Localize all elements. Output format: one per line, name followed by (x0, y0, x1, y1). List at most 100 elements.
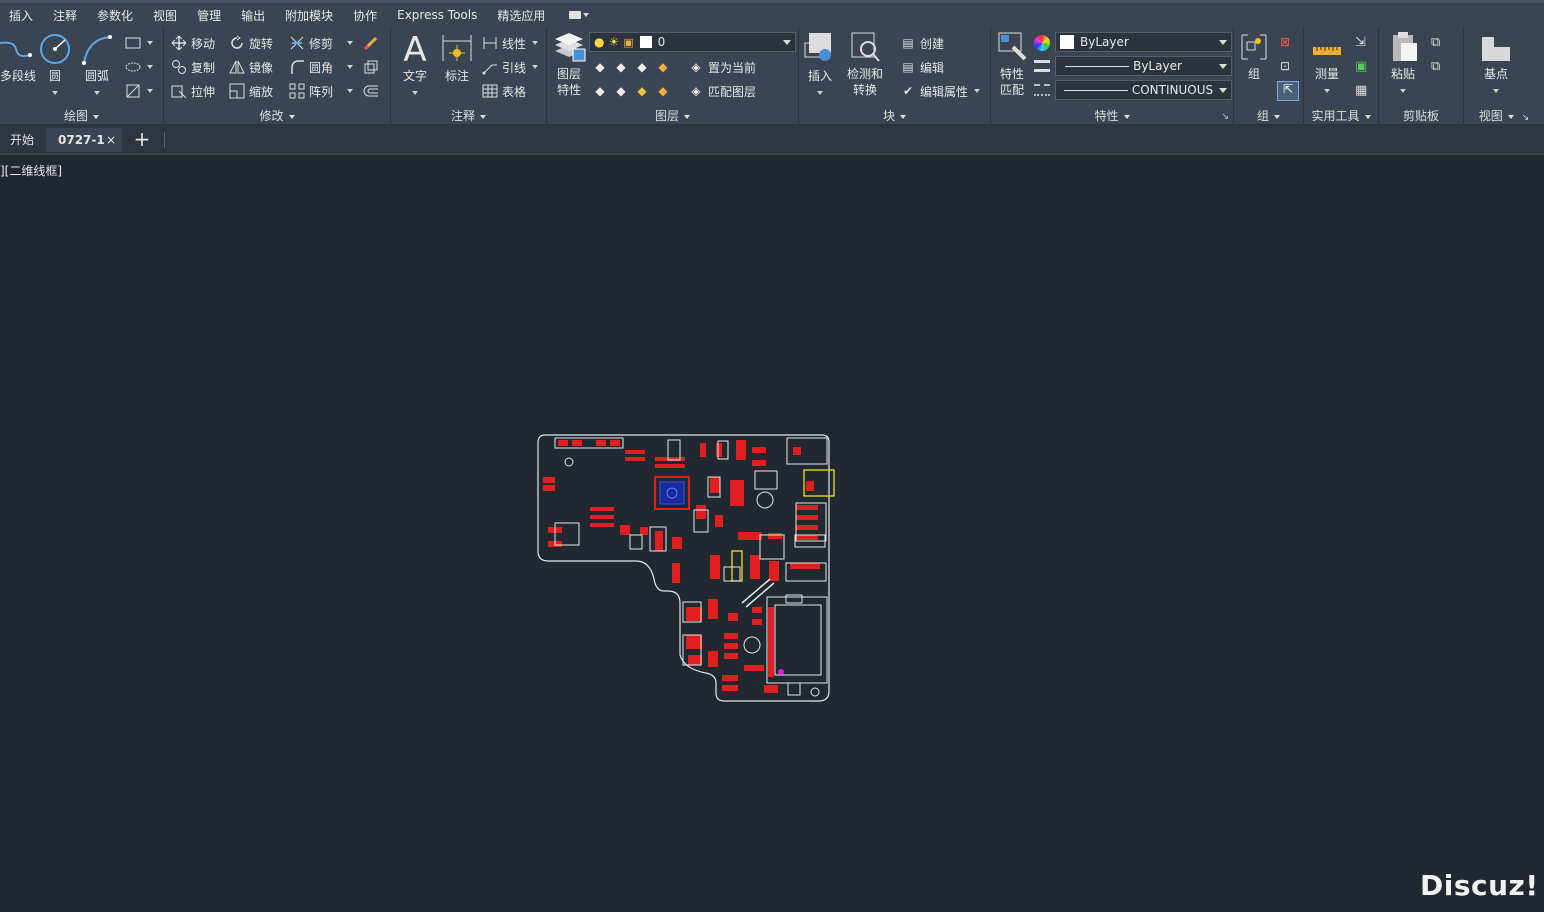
layer-freeze-icon[interactable]: ◆ (633, 58, 651, 76)
arc-dropdown-icon[interactable] (94, 91, 100, 95)
lineweight-dropdown[interactable]: ByLayer (1055, 56, 1232, 76)
group-button[interactable]: 组 (1238, 31, 1270, 82)
edit-attributes-button[interactable]: ✔ 编辑属性 (899, 80, 981, 102)
layer-thaw-icon[interactable]: ◆ (633, 82, 651, 100)
color-dropdown[interactable]: ByLayer (1055, 32, 1232, 52)
properties-launcher-icon[interactable]: ↘ (1221, 112, 1229, 122)
linear-dimension-icon (481, 34, 499, 52)
layer-properties-button[interactable]: 图层 特性 (551, 31, 587, 98)
circle-dropdown-icon[interactable] (52, 91, 58, 95)
pcb-mount-hole (810, 687, 820, 697)
linetype-icon[interactable] (1034, 84, 1050, 96)
arc-button[interactable]: 圆弧 (80, 33, 114, 98)
measure-button[interactable]: 测量 (1310, 31, 1344, 96)
tab-output[interactable]: 输出 (231, 7, 275, 24)
layer-tools-row2: ◆ ◆ ◆ ◆ (591, 80, 675, 102)
select-all-icon[interactable]: ▣ (1355, 59, 1367, 74)
base-view-button[interactable]: 基点 (1476, 31, 1516, 96)
base-dropdown-icon[interactable] (1493, 89, 1499, 93)
match-properties-button[interactable]: 特性 匹配 (995, 31, 1029, 98)
ribbon-display-toggle[interactable] (569, 8, 591, 22)
text-button[interactable]: A 文字 (399, 30, 431, 98)
tab-addins[interactable]: 附加模块 (275, 7, 343, 24)
copy-clip-icon[interactable]: ⧉ (1431, 35, 1440, 50)
ungroup-icon[interactable]: ⊠ (1280, 35, 1296, 51)
measure-dropdown-icon[interactable] (1324, 89, 1330, 93)
layer-isolate-icon[interactable]: ◆ (612, 58, 630, 76)
linetype-line (1063, 89, 1128, 91)
layer-unlock-icon[interactable]: ◆ (654, 82, 672, 100)
utilities-panel-title[interactable]: 实用工具 (1304, 107, 1378, 125)
modify-panel-title[interactable]: 修改 (164, 107, 390, 125)
explode-button[interactable] (362, 56, 383, 78)
block-panel-title[interactable]: 块 (799, 107, 990, 125)
linear-dimension-button[interactable]: 线性 (481, 32, 539, 54)
tab-manage[interactable]: 管理 (187, 7, 231, 24)
layer-dropdown[interactable]: ● ☀ ▣ 0 (589, 32, 796, 52)
tab-annotate[interactable]: 注释 (43, 7, 87, 24)
lock-icon: ▣ (623, 35, 634, 49)
text-dropdown-icon[interactable] (412, 91, 418, 95)
insert-dropdown-icon[interactable] (817, 91, 823, 95)
new-tab-button[interactable]: + (130, 128, 154, 152)
table-button[interactable]: 表格 (481, 80, 526, 102)
trim-button[interactable]: 修剪 (288, 32, 354, 54)
group-edit-icon[interactable]: ⊡ (1280, 59, 1296, 75)
quick-select-icon[interactable]: ⇲ (1355, 35, 1366, 50)
stretch-button[interactable]: 拉伸 (170, 80, 215, 102)
view-panel-title[interactable]: 视图 ↘ (1464, 107, 1544, 125)
tab-start[interactable]: 开始 (0, 128, 46, 152)
tab-collaborate[interactable]: 协作 (343, 7, 387, 24)
array-button[interactable]: 阵列 (288, 80, 354, 102)
layer-tools-row1: ◆ ◆ ◆ ◆ (591, 56, 675, 78)
paste-button[interactable]: 粘贴 (1385, 31, 1421, 96)
group-panel-title[interactable]: 组 (1234, 107, 1303, 125)
hatch-button[interactable] (124, 80, 153, 102)
edit-block-button[interactable]: ▤ 编辑 (899, 56, 944, 78)
layer-unisolate-icon[interactable]: ◆ (612, 82, 630, 100)
close-tab-icon[interactable]: × (106, 128, 116, 152)
properties-panel-title[interactable]: 特性 (991, 107, 1233, 125)
tab-file-0727-1[interactable]: 0727-1 × (46, 128, 122, 152)
linetype-dropdown[interactable]: CONTINUOUS (1055, 80, 1232, 100)
paste-dropdown-icon[interactable] (1400, 89, 1406, 93)
scale-button[interactable]: 缩放 (228, 80, 273, 102)
leader-button[interactable]: 引线 (481, 56, 539, 78)
drawing-canvas[interactable]: ][二维线框] Discuz! (0, 155, 1544, 912)
rotate-button[interactable]: 旋转 (228, 32, 273, 54)
ellipse-button[interactable] (124, 56, 153, 78)
polyline-button[interactable]: 多段线 (0, 33, 36, 84)
layer-off-icon[interactable]: ◆ (591, 58, 609, 76)
calculator-icon[interactable]: ▦ (1355, 83, 1367, 98)
offset-button[interactable] (362, 80, 383, 102)
group-select-icon[interactable]: ⇱ (1277, 81, 1299, 101)
match-properties-icon (998, 32, 1027, 61)
match-layer-button[interactable]: ◈ 匹配图层 (687, 80, 756, 102)
fillet-button[interactable]: 圆角 (288, 56, 354, 78)
annotation-panel-title[interactable]: 注释 (391, 107, 546, 125)
set-current-button[interactable]: ◈ 置为当前 (687, 56, 756, 78)
mirror-button[interactable]: 镜像 (228, 56, 273, 78)
copy-with-base-icon[interactable]: ⧉ (1431, 59, 1440, 74)
detect-convert-button[interactable]: 检测和 转换 (845, 31, 885, 98)
tab-featured-apps[interactable]: 精选应用 (487, 7, 555, 24)
color-wheel-icon[interactable] (1034, 35, 1050, 51)
layers-panel-title[interactable]: 图层 (547, 107, 798, 125)
dimension-button[interactable]: 标注 (439, 31, 475, 84)
draw-panel-title[interactable]: 绘图 (0, 107, 163, 125)
erase-button[interactable] (362, 32, 383, 54)
move-button[interactable]: 移动 (170, 32, 215, 54)
circle-button[interactable]: 圆 (38, 33, 72, 98)
pcb-drawing[interactable] (0, 155, 1544, 912)
tab-express-tools[interactable]: Express Tools (387, 8, 487, 22)
rectangle-button[interactable] (124, 32, 153, 54)
lineweight-icon[interactable] (1034, 60, 1050, 72)
layer-on-icon[interactable]: ◆ (591, 82, 609, 100)
tab-insert[interactable]: 插入 (0, 7, 43, 24)
create-block-button[interactable]: ▤ 创建 (899, 32, 944, 54)
tab-parametric[interactable]: 参数化 (87, 7, 143, 24)
layer-lock-icon[interactable]: ◆ (654, 58, 672, 76)
insert-block-button[interactable]: 插入 (803, 31, 837, 98)
tab-view[interactable]: 视图 (143, 7, 187, 24)
copy-button[interactable]: 复制 (170, 56, 215, 78)
